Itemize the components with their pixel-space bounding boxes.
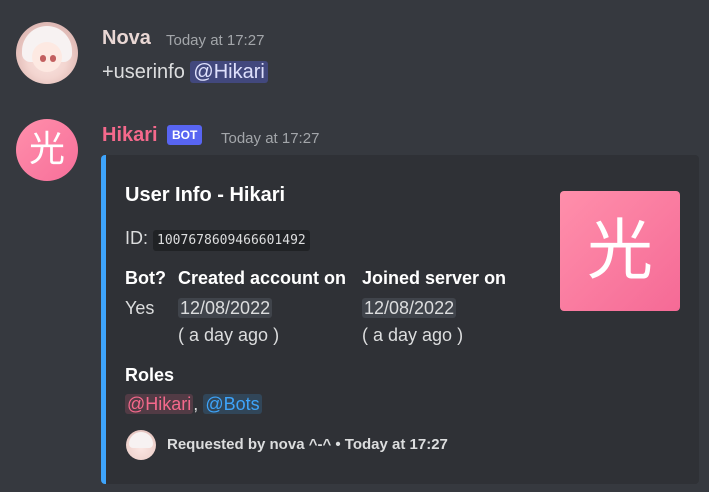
command-text: +userinfo [102, 61, 185, 83]
field-value-created-date: 12/08/2022 [178, 298, 273, 319]
user-mention[interactable]: @Hikari [190, 61, 268, 83]
embed-card: User Info - Hikari ID: 10076786094666014… [101, 155, 699, 484]
field-name-joined: Joined server on [362, 268, 507, 288]
author-name-nova[interactable]: Nova [102, 27, 151, 50]
avatar-eye-right [50, 55, 56, 62]
field-name-roles: Roles [125, 365, 175, 385]
timestamp-pill[interactable]: 12/08/2022 [178, 298, 273, 318]
footer-avatar-hair [129, 432, 153, 448]
timestamp-pill[interactable]: 12/08/2022 [362, 298, 457, 318]
embed-title: User Info - Hikari [125, 184, 286, 206]
bot-badge: BOT [167, 125, 203, 145]
message-timestamp: Today at 17:27 [166, 32, 265, 49]
roles-separator: , [193, 394, 199, 414]
embed-footer-text: Requested by nova ^-^ • Today at 17:27 [167, 436, 448, 453]
role-mention-bots[interactable]: @Bots [203, 394, 262, 414]
avatar-eye-left [40, 55, 46, 62]
roles-list: @Hikari, @Bots [125, 394, 262, 415]
message-timestamp: Today at 17:27 [221, 130, 320, 147]
role-mention-hikari[interactable]: @Hikari [125, 394, 194, 414]
user-id-code: 1007678609466601492 [153, 230, 310, 251]
id-label: ID: [125, 228, 149, 248]
embed-description: ID: 1007678609466601492 [125, 228, 310, 251]
field-value-joined-date: 12/08/2022 [362, 298, 457, 319]
author-name-hikari[interactable]: Hikari [102, 124, 158, 147]
thumbnail-glyph: 光 [587, 212, 653, 289]
field-name-bot: Bot? [125, 268, 166, 288]
message-content: +userinfo @Hikari [102, 61, 268, 84]
avatar-face [32, 42, 62, 72]
avatar-nova[interactable] [16, 22, 78, 84]
field-value-bot: Yes [125, 298, 155, 318]
field-value-created-relative: ( a day ago ) [178, 325, 280, 345]
footer-avatar [126, 430, 156, 460]
embed-thumbnail[interactable]: 光 [560, 191, 680, 311]
field-value-joined-relative: ( a day ago ) [362, 325, 464, 345]
avatar-hikari[interactable]: 光 [16, 119, 78, 181]
avatar-glyph: 光 [28, 129, 65, 170]
field-name-created: Created account on [178, 268, 347, 288]
